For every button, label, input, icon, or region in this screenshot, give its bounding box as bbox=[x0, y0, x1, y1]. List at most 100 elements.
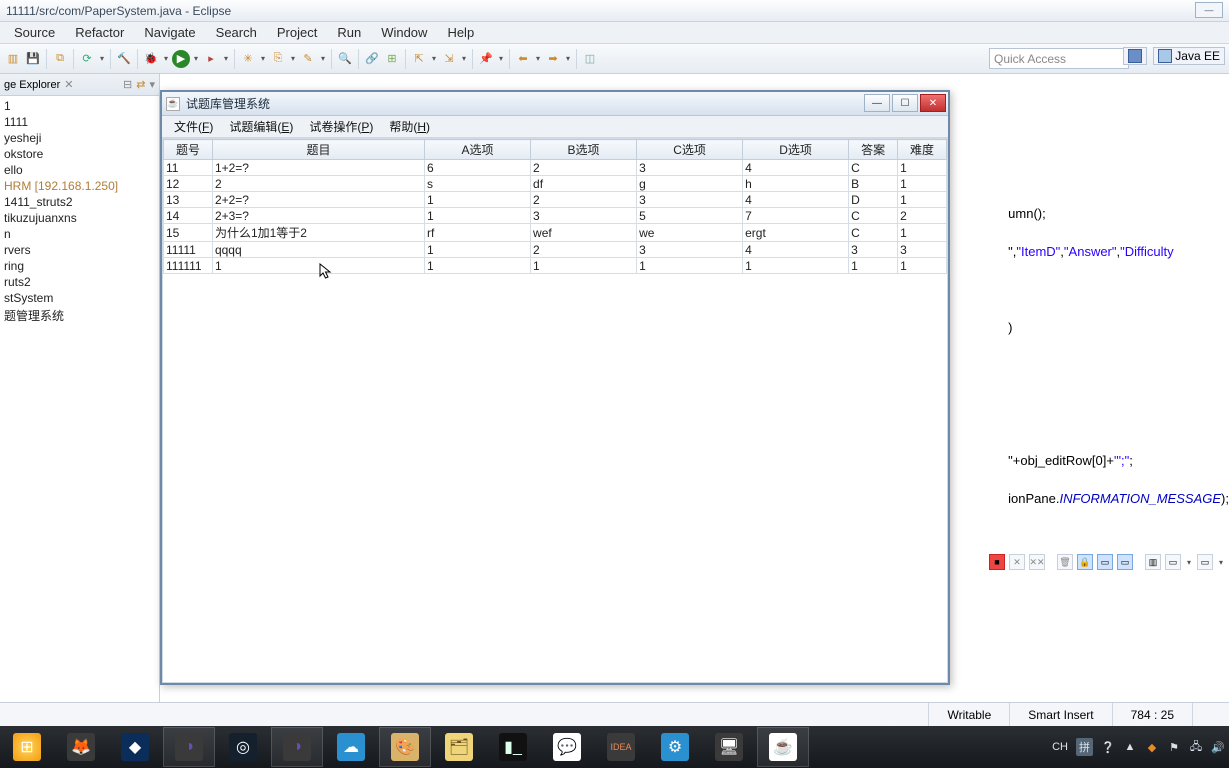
table-cell[interactable]: 2 bbox=[212, 176, 424, 192]
close-icon[interactable]: ✕ bbox=[64, 78, 73, 91]
tray-ime[interactable]: CH bbox=[1052, 741, 1068, 753]
wordwrap-icon[interactable]: ▭ bbox=[1117, 554, 1133, 570]
tb-run-icon[interactable]: ▶ bbox=[172, 50, 190, 68]
swing-menu-paper[interactable]: 试卷操作(P) bbox=[301, 116, 381, 137]
tb-drop-icon[interactable]: ▾ bbox=[460, 54, 468, 63]
table-cell[interactable]: 4 bbox=[743, 242, 849, 258]
table-header[interactable]: 答案 bbox=[849, 140, 898, 160]
table-cell[interactable]: 1 bbox=[898, 258, 947, 274]
table-cell[interactable]: 11 bbox=[164, 160, 213, 176]
table-cell[interactable]: 7 bbox=[743, 208, 849, 224]
swing-menu-edit[interactable]: 试题编辑(E) bbox=[221, 116, 301, 137]
menu-window[interactable]: Window bbox=[371, 22, 437, 43]
table-row[interactable]: 111+2=?6234C1 bbox=[164, 160, 947, 176]
tree-item[interactable]: tikuzujuanxns bbox=[2, 210, 157, 226]
task-explorer[interactable]: 🗂 bbox=[433, 727, 485, 767]
view-menu-icon[interactable]: ▾ bbox=[149, 78, 155, 91]
table-cell[interactable]: ergt bbox=[743, 224, 849, 242]
table-cell[interactable]: 2+2=? bbox=[212, 192, 424, 208]
table-cell[interactable]: 3 bbox=[849, 242, 898, 258]
tb-new-icon[interactable]: ▥ bbox=[4, 50, 22, 68]
tb-nav-icon[interactable]: ⇱ bbox=[410, 50, 428, 68]
table-header[interactable]: 题号 bbox=[164, 140, 213, 160]
table-cell[interactable]: 1 bbox=[637, 258, 743, 274]
table-cell[interactable]: 11111 bbox=[164, 242, 213, 258]
table-cell[interactable]: 1 bbox=[425, 242, 531, 258]
table-cell[interactable]: 13 bbox=[164, 192, 213, 208]
tb-drop-icon[interactable]: ▾ bbox=[319, 54, 327, 63]
tb-pin-icon[interactable]: 📌 bbox=[477, 50, 495, 68]
tb-drop-icon[interactable]: ▾ bbox=[222, 54, 230, 63]
table-cell[interactable]: 为什么1加1等于2 bbox=[212, 224, 424, 242]
tray-network-icon[interactable]: 🖧 bbox=[1189, 740, 1203, 754]
task-firefox[interactable]: 🦊 bbox=[55, 727, 107, 767]
swing-minimize-button[interactable]: — bbox=[864, 94, 890, 112]
questions-table[interactable]: 题号题目A选项B选项C选项D选项答案难度 111+2=?6234C1122sdf… bbox=[163, 139, 947, 274]
tb-extras-icon[interactable]: ◫ bbox=[581, 50, 599, 68]
tb-search-icon[interactable]: 🔍 bbox=[336, 50, 354, 68]
task-app1[interactable]: ◆ bbox=[109, 727, 161, 767]
display-icon[interactable]: ▥ bbox=[1145, 554, 1161, 570]
table-cell[interactable]: wef bbox=[531, 224, 637, 242]
remove-icon[interactable]: ✕ bbox=[1009, 554, 1025, 570]
table-cell[interactable]: 1+2=? bbox=[212, 160, 424, 176]
terminate-icon[interactable]: ■ bbox=[989, 554, 1005, 570]
table-cell[interactable]: 3 bbox=[531, 208, 637, 224]
table-header[interactable]: A选项 bbox=[425, 140, 531, 160]
task-eclipse[interactable]: ◑ bbox=[163, 727, 215, 767]
table-cell[interactable]: qqqq bbox=[212, 242, 424, 258]
table-row[interactable]: 11111qqqq123433 bbox=[164, 242, 947, 258]
table-row[interactable]: 132+2=?1234D1 bbox=[164, 192, 947, 208]
table-cell[interactable]: 3 bbox=[898, 242, 947, 258]
table-cell[interactable]: C bbox=[849, 224, 898, 242]
table-cell[interactable]: 3 bbox=[637, 242, 743, 258]
tb-nav2-icon[interactable]: ⇲ bbox=[440, 50, 458, 68]
table-cell[interactable]: 2 bbox=[898, 208, 947, 224]
menu-refactor[interactable]: Refactor bbox=[65, 22, 134, 43]
table-cell[interactable]: 1 bbox=[212, 258, 424, 274]
tb-refresh-icon[interactable]: ⟳ bbox=[78, 50, 96, 68]
collapse-icon[interactable]: ⊟ bbox=[123, 78, 132, 91]
task-paint[interactable]: 🎨 bbox=[379, 727, 431, 767]
swing-close-button[interactable]: ✕ bbox=[920, 94, 946, 112]
tb-drop-icon[interactable]: ▾ bbox=[430, 54, 438, 63]
table-cell[interactable]: 2 bbox=[531, 242, 637, 258]
table-cell[interactable]: 1 bbox=[898, 176, 947, 192]
table-cell[interactable]: C bbox=[849, 208, 898, 224]
swing-maximize-button[interactable]: ☐ bbox=[892, 94, 918, 112]
tb-package-icon[interactable]: ⧉ bbox=[51, 50, 69, 68]
menu-search[interactable]: Search bbox=[206, 22, 267, 43]
task-cloud[interactable]: ☁ bbox=[325, 727, 377, 767]
removeall-icon[interactable]: ✕✕ bbox=[1029, 554, 1045, 570]
tb-link-icon[interactable]: 🔗 bbox=[363, 50, 381, 68]
table-header[interactable]: B选项 bbox=[531, 140, 637, 160]
table-row[interactable]: 142+3=?1357C2 bbox=[164, 208, 947, 224]
table-cell[interactable]: 3 bbox=[637, 192, 743, 208]
new-icon[interactable]: ▭ bbox=[1197, 554, 1213, 570]
tb-drop-icon[interactable]: ▾ bbox=[259, 54, 267, 63]
table-cell[interactable]: g bbox=[637, 176, 743, 192]
tb-drop-icon[interactable]: ▾ bbox=[534, 54, 542, 63]
table-cell[interactable]: C bbox=[849, 160, 898, 176]
tb-save-icon[interactable]: 💾 bbox=[24, 50, 42, 68]
tb-back-icon[interactable]: ⬅ bbox=[514, 50, 532, 68]
table-cell[interactable]: B bbox=[849, 176, 898, 192]
tb-newfile-icon[interactable]: ⎘ bbox=[269, 50, 287, 68]
task-settings[interactable]: ⚙ bbox=[649, 727, 701, 767]
table-cell[interactable]: 2 bbox=[531, 160, 637, 176]
tree-item[interactable]: 1411_struts2 bbox=[2, 194, 157, 210]
tree-item[interactable]: yesheji bbox=[2, 130, 157, 146]
table-header[interactable]: C选项 bbox=[637, 140, 743, 160]
task-steam[interactable]: ◎ bbox=[217, 727, 269, 767]
table-header[interactable]: 难度 bbox=[898, 140, 947, 160]
tray-up-icon[interactable]: ▲ bbox=[1123, 740, 1137, 754]
table-cell[interactable]: rf bbox=[425, 224, 531, 242]
tb-drop-icon[interactable]: ▾ bbox=[497, 54, 505, 63]
project-tree[interactable]: 11111yeshejiokstoreelloHRM [192.168.1.25… bbox=[0, 96, 159, 726]
tree-item[interactable]: HRM [192.168.1.250] bbox=[2, 178, 157, 194]
table-cell[interactable]: 4 bbox=[743, 160, 849, 176]
open-icon[interactable]: ▭ bbox=[1165, 554, 1181, 570]
tb-toggle-icon[interactable]: ⊞ bbox=[383, 50, 401, 68]
table-cell[interactable]: 1 bbox=[425, 192, 531, 208]
tray-orange-icon[interactable]: ◆ bbox=[1145, 740, 1159, 754]
